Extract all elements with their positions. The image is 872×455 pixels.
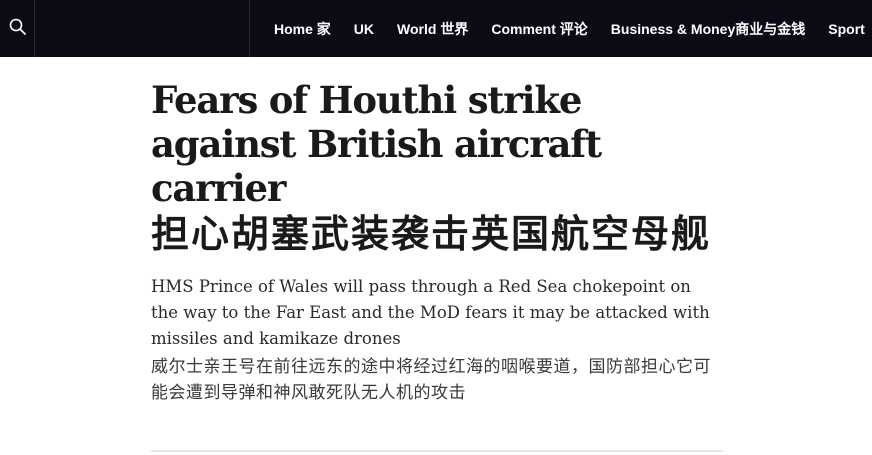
masthead-logo[interactable] bbox=[35, 0, 249, 57]
nav-item-world[interactable]: World 世界 bbox=[397, 19, 468, 39]
content-divider bbox=[151, 450, 723, 452]
standfirst-english: HMS Prince of Wales will pass through a … bbox=[151, 277, 710, 348]
top-navigation-bar: Home 家 UK World 世界 Comment 评论 Business &… bbox=[0, 0, 872, 57]
nav-item-home[interactable]: Home 家 bbox=[274, 19, 331, 39]
search-icon bbox=[9, 18, 26, 39]
section-nav: Home 家 UK World 世界 Comment 评论 Business &… bbox=[274, 0, 865, 57]
article-header: Fears of Houthi strike against British a… bbox=[151, 78, 731, 406]
headline-english: Fears of Houthi strike against British a… bbox=[151, 78, 602, 210]
nav-item-business-money[interactable]: Business & Money商业与金钱 bbox=[611, 19, 805, 39]
nav-item-comment[interactable]: Comment 评论 bbox=[491, 19, 587, 39]
nav-item-sport[interactable]: Sport bbox=[828, 21, 865, 37]
standfirst-chinese: 威尔士亲王号在前往远东的途中将经过红海的咽喉要道，国防部担心它可能会遭到导弹和神… bbox=[151, 357, 711, 403]
search-button[interactable] bbox=[0, 0, 34, 57]
headline-chinese: 担心胡塞武装袭击英国航空母舰 bbox=[151, 212, 712, 256]
nav-divider bbox=[249, 0, 250, 57]
nav-item-uk[interactable]: UK bbox=[354, 21, 374, 37]
